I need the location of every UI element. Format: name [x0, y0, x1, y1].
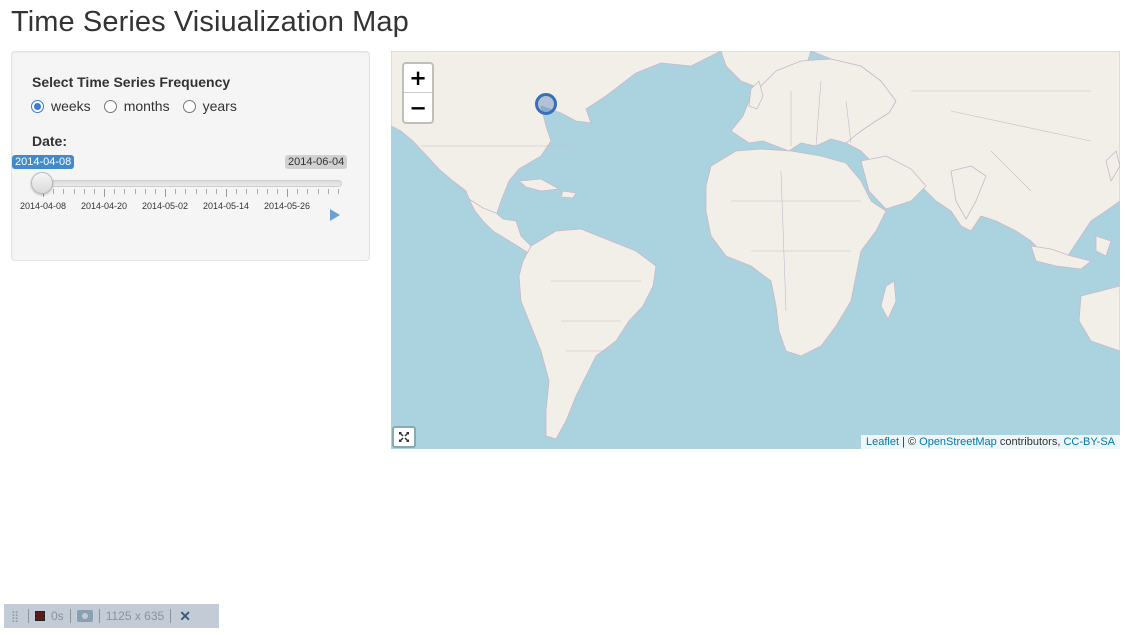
toolbar-divider: [170, 609, 172, 623]
radio-months-label: months: [123, 98, 170, 114]
date-slider-track[interactable]: [32, 180, 342, 187]
slider-tick: [144, 189, 146, 194]
frequency-label: Select Time Series Frequency: [32, 74, 231, 90]
control-panel: Select Time Series Frequency weeks month…: [11, 51, 370, 261]
slider-tick: [114, 189, 116, 194]
slider-tick: [317, 189, 319, 194]
slider-tick: [93, 189, 95, 194]
slider-tick: [63, 189, 65, 194]
slider-tick: [337, 189, 339, 194]
radio-years-label: years: [202, 98, 237, 114]
slider-tick: [124, 189, 126, 194]
radio-years-indicator[interactable]: [182, 99, 196, 113]
leaflet-link[interactable]: Leaflet: [866, 436, 899, 448]
toolbar-divider: [98, 609, 100, 623]
recording-time: 0s: [51, 609, 64, 623]
page-title: Time Series Visiualization Map: [11, 6, 409, 38]
slider-tick: [297, 189, 299, 194]
toolbar-divider: [69, 609, 71, 623]
slider-tick: [53, 189, 55, 194]
slider-tick: [104, 189, 105, 197]
slider-tick-label: 2014-05-26: [263, 201, 311, 211]
slider-tick: [236, 189, 238, 194]
map-attribution: Leaflet | © OpenStreetMap contributors, …: [860, 435, 1120, 449]
leaflet-map[interactable]: + − Leaflet | © OpenStreetMap contributo…: [391, 51, 1120, 449]
zoom-control: + −: [402, 62, 434, 124]
play-animation-button[interactable]: [330, 209, 340, 221]
radio-months-indicator[interactable]: [103, 99, 117, 113]
radio-weeks-indicator[interactable]: [31, 99, 44, 113]
slider-tick: [256, 189, 258, 194]
radio-years[interactable]: years: [182, 98, 237, 114]
stop-record-button[interactable]: [35, 611, 45, 621]
frequency-radio-group: weeks months years: [31, 98, 250, 114]
attribution-contributors: contributors,: [996, 436, 1064, 448]
zoom-out-button[interactable]: −: [404, 93, 432, 122]
slider-tick: [83, 189, 85, 194]
radio-months[interactable]: months: [103, 98, 170, 114]
slider-tick: [327, 189, 329, 194]
toolbar-divider: [28, 609, 29, 623]
fullscreen-button[interactable]: [392, 426, 416, 448]
slider-tick: [175, 189, 177, 194]
slider-tick: [73, 189, 75, 194]
osm-link[interactable]: OpenStreetMap: [919, 436, 997, 448]
slider-tick-label: 2014-04-08: [19, 201, 67, 211]
zoom-in-button[interactable]: +: [404, 64, 432, 93]
slider-max-value: 2014-06-04: [285, 155, 348, 169]
slider-current-value: 2014-04-08: [12, 155, 75, 169]
radio-weeks[interactable]: weeks: [31, 98, 91, 114]
close-icon[interactable]: ✕: [179, 608, 191, 625]
drag-grip-icon[interactable]: ⣿: [8, 610, 22, 623]
camera-icon[interactable]: [76, 610, 93, 622]
recorder-toolbar: ⣿ 0s 1125 x 635 ✕: [4, 604, 219, 628]
slider-tick: [287, 189, 288, 197]
time-series-marker[interactable]: [535, 93, 557, 115]
date-label: Date:: [32, 133, 68, 149]
slider-tick: [266, 189, 268, 194]
slider-tick-label: 2014-05-14: [202, 201, 250, 211]
slider-tick: [195, 189, 197, 194]
slider-tick: [154, 189, 156, 194]
expand-icon: [399, 432, 409, 442]
radio-weeks-label: weeks: [51, 98, 91, 114]
slider-tick-label: 2014-04-20: [80, 201, 128, 211]
slider-tick: [246, 189, 248, 194]
capture-size: 1125 x 635: [105, 609, 165, 623]
slider-tick: [185, 189, 187, 194]
license-link[interactable]: CC-BY-SA: [1063, 436, 1115, 448]
attribution-separator: | ©: [899, 436, 920, 448]
slider-tick: [226, 189, 227, 197]
slider-tick: [165, 189, 166, 197]
slider-tick: [215, 189, 217, 194]
date-slider-handle[interactable]: [31, 172, 53, 194]
slider-tick-label: 2014-05-02: [141, 201, 189, 211]
slider-tick: [205, 189, 207, 194]
slider-tick: [307, 189, 309, 194]
world-map-tiles: [391, 51, 1120, 440]
slider-tick: [134, 189, 136, 194]
slider-tick: [276, 189, 278, 194]
